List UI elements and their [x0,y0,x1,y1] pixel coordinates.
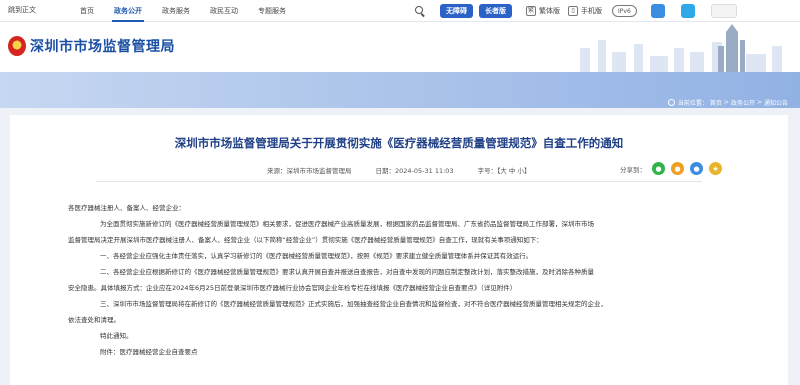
wechat-share-icon[interactable]: ● [652,162,665,175]
article-date: 日期：2024-05-31 11:03 [375,167,454,175]
breadcrumb-affairs[interactable]: 政务公开 [731,98,755,107]
ipv6-badge: IPv6 [612,5,637,17]
body-paragraph: 监督管理局决定开展深圳市医疗器械注册人、备案人、经营企业（以下简称“经营企业”）… [68,236,543,244]
mobile-version-link[interactable]: ▯ 手机版 [568,6,602,16]
top-nav: 首页 政务公开 政务服务 政民互动 专题服务 [70,0,296,22]
national-emblem-icon [8,36,26,56]
top-utility-bar: 跳到正文 首页 政务公开 政务服务 政民互动 专题服务 无障碍 长者版 繁 繁体… [0,0,800,22]
search-icon[interactable] [414,5,426,17]
article-source: 来源：深圳市市场监督管理局 [267,167,352,175]
wechat-icon[interactable] [680,4,695,18]
mobile-icon: ▯ [568,6,578,16]
skip-to-content-link[interactable]: 跳到正文 [8,5,36,15]
breadcrumb-notices[interactable]: 通知公告 [764,98,788,107]
body-paragraph: 依法查处和清理。 [68,316,120,324]
breadcrumb-prefix: 当前位置： [677,100,708,107]
nav-special-services[interactable]: 专题服务 [248,0,296,22]
traditional-label: 繁体版 [539,7,560,15]
weibo-share-icon[interactable]: ● [671,162,684,175]
breadcrumb-separator: > [723,99,729,106]
body-paragraph: 一、各经营企业应强化主体责任落实，认真学习新修订的《医疗器械经营质量管理规范》，… [100,252,533,260]
body-paragraph: 为全面贯彻实施新修订的《医疗器械经营质量管理规范》相关要求，促进医疗器械产业高质… [100,220,594,228]
nav-government-services[interactable]: 政务服务 [152,0,200,22]
skyline-decoration [580,24,782,72]
qzone-share-icon[interactable]: ★ [709,162,722,175]
article-meta: 来源：深圳市市场监督管理局 日期：2024-05-31 11:03 字号：【大 … [267,165,554,175]
traditional-chinese-link[interactable]: 繁 繁体版 [526,6,560,16]
article-card: 深圳市市场监督管理局关于开展贯彻实施《医疗器械经营质量管理规范》自查工作的通知 … [10,115,788,385]
breadcrumb-home[interactable]: 首页 [710,98,722,107]
site-header: 深圳市市场监督管理局 [0,22,800,72]
nav-interaction[interactable]: 政民互动 [200,0,248,22]
nav-home[interactable]: 首页 [70,0,104,22]
article-body: 各医疗器械注册人、备案人、经营企业： 为全面贯彻实施新修订的《医疗器械经营质量管… [68,200,728,360]
city-logo-icon[interactable] [710,4,737,18]
divider [96,181,702,182]
body-paragraph: 各医疗器械注册人、备案人、经营企业： [68,204,185,212]
top-tools: 无障碍 长者版 繁 繁体版 ▯ 手机版 IPv6 [414,0,737,22]
elder-mode-button[interactable]: 长者版 [479,4,512,18]
body-paragraph: 特此通知。 [100,332,133,340]
weibo-icon[interactable] [650,4,665,18]
qq-share-icon[interactable]: ● [690,162,703,175]
share-label: 分享到： [620,165,646,174]
breadcrumb-separator: > [756,99,762,106]
attachment-link[interactable]: 附件：医疗器械经营企业自查要点 [68,344,728,360]
mobile-label: 手机版 [581,7,602,15]
share-bar: 分享到： ● ● ● ★ [620,162,722,175]
body-paragraph: 安全隐患。具体填报方式：企业应在2024年6月25日前登录深圳市医疗器械行业协会… [68,284,517,292]
body-paragraph: 二、各经营企业应根据新修订的《医疗器械经营质量管理规范》要求认真开展自查并报送自… [100,268,594,276]
nav-government-affairs[interactable]: 政务公开 [104,0,152,22]
traditional-icon: 繁 [526,6,536,16]
breadcrumb: 当前位置： 首页 > 政务公开 > 通知公告 [667,98,790,107]
location-pin-icon [667,99,675,106]
article-title: 深圳市市场监督管理局关于开展贯彻实施《医疗器械经营质量管理规范》自查工作的通知 [174,136,624,150]
site-title[interactable]: 深圳市市场监督管理局 [30,36,175,56]
body-paragraph: 三、深圳市市场监督管理局将在新修订的《医疗器械经营质量管理规范》正式实施后，加强… [100,300,607,308]
font-size-selector[interactable]: 字号：【大 中 小】 [478,165,531,175]
barrier-free-button[interactable]: 无障碍 [440,4,473,18]
